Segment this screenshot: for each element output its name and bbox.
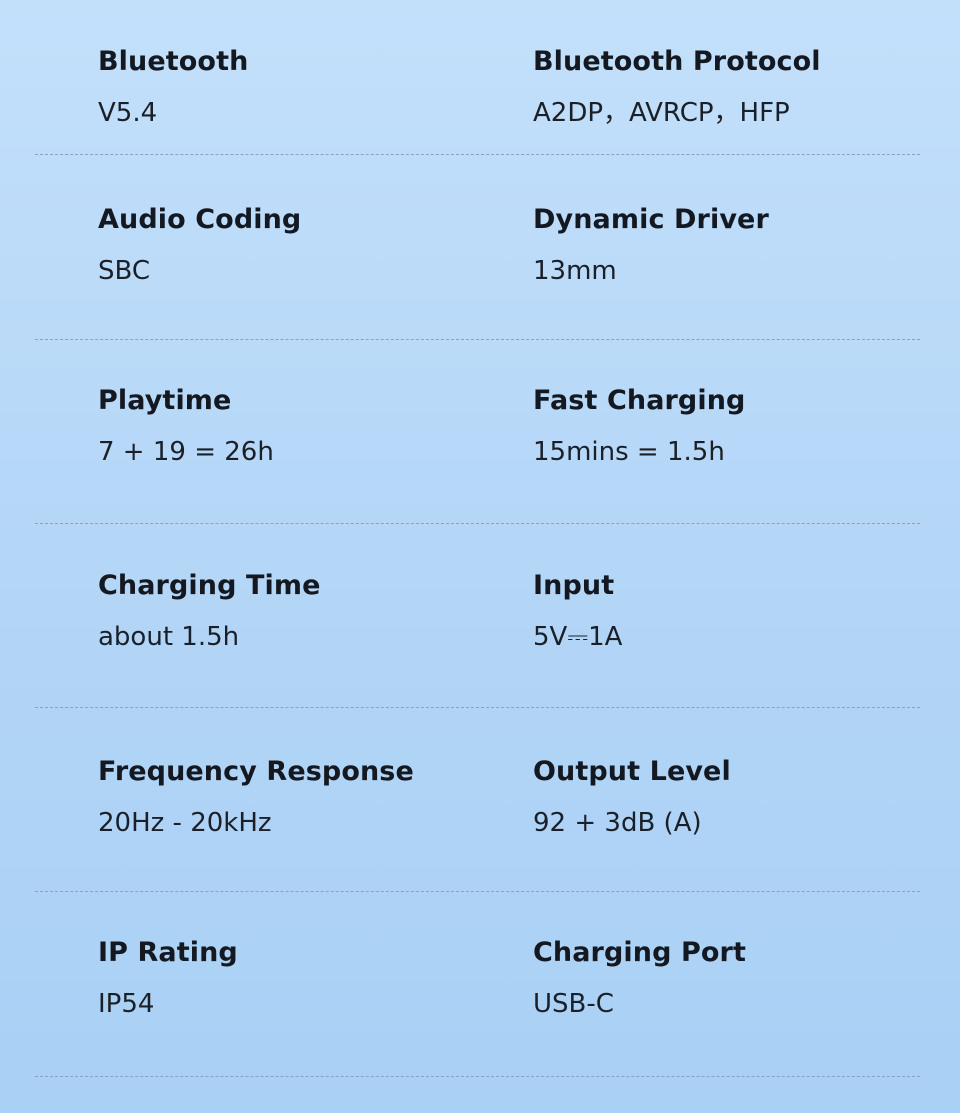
spec-label: Frequency Response bbox=[98, 756, 414, 787]
row-divider bbox=[35, 339, 920, 340]
spec-label: IP Rating bbox=[98, 937, 238, 968]
spec-item-frequency-response: Frequency Response 20Hz - 20kHz bbox=[98, 756, 414, 839]
spec-value: 15mins = 1.5h bbox=[533, 437, 725, 467]
spec-table: Bluetooth V5.4 Bluetooth Protocol A2DP，A… bbox=[0, 0, 960, 1113]
spec-value: SBC bbox=[98, 256, 151, 286]
row-divider bbox=[35, 523, 920, 524]
spec-value: IP54 bbox=[98, 989, 155, 1019]
spec-label: Output Level bbox=[533, 756, 731, 787]
spec-label: Charging Port bbox=[533, 937, 746, 968]
spec-value: V5.4 bbox=[98, 98, 158, 128]
spec-value: 92 + 3dB (A) bbox=[533, 808, 702, 838]
row-divider bbox=[35, 707, 920, 708]
spec-item-charging-time: Charging Time about 1.5h bbox=[98, 570, 321, 653]
row-divider bbox=[35, 154, 920, 155]
spec-label: Playtime bbox=[98, 385, 232, 416]
spec-value: USB-C bbox=[533, 989, 614, 1019]
spec-item-charging-port: Charging Port USB-C bbox=[533, 937, 746, 1020]
spec-item-bluetooth-protocol: Bluetooth Protocol A2DP，AVRCP，HFP bbox=[533, 46, 821, 129]
spec-item-playtime: Playtime 7 + 19 = 26h bbox=[98, 385, 274, 468]
spec-item-output-level: Output Level 92 + 3dB (A) bbox=[533, 756, 731, 839]
spec-value: 20Hz - 20kHz bbox=[98, 808, 272, 838]
spec-value: A2DP，AVRCP，HFP bbox=[533, 98, 790, 128]
spec-label: Audio Coding bbox=[98, 204, 302, 235]
spec-label: Charging Time bbox=[98, 570, 321, 601]
spec-value: 13mm bbox=[533, 256, 617, 286]
spec-label: Fast Charging bbox=[533, 385, 746, 416]
spec-item-input: Input 5V⎓1A bbox=[533, 570, 622, 653]
spec-item-audio-coding: Audio Coding SBC bbox=[98, 204, 301, 287]
spec-item-fast-charging: Fast Charging 15mins = 1.5h bbox=[533, 385, 745, 468]
spec-value: 5V⎓1A bbox=[533, 622, 623, 652]
spec-label: Input bbox=[533, 570, 615, 601]
spec-label: Bluetooth Protocol bbox=[533, 46, 821, 77]
row-divider bbox=[35, 1076, 920, 1077]
row-divider bbox=[35, 891, 920, 892]
spec-label: Dynamic Driver bbox=[533, 204, 769, 235]
spec-value: about 1.5h bbox=[98, 622, 240, 652]
spec-label: Bluetooth bbox=[98, 46, 249, 77]
spec-item-bluetooth: Bluetooth V5.4 bbox=[98, 46, 248, 129]
spec-item-dynamic-driver: Dynamic Driver 13mm bbox=[533, 204, 769, 287]
spec-value: 7 + 19 = 26h bbox=[98, 437, 274, 467]
spec-item-ip-rating: IP Rating IP54 bbox=[98, 937, 238, 1020]
